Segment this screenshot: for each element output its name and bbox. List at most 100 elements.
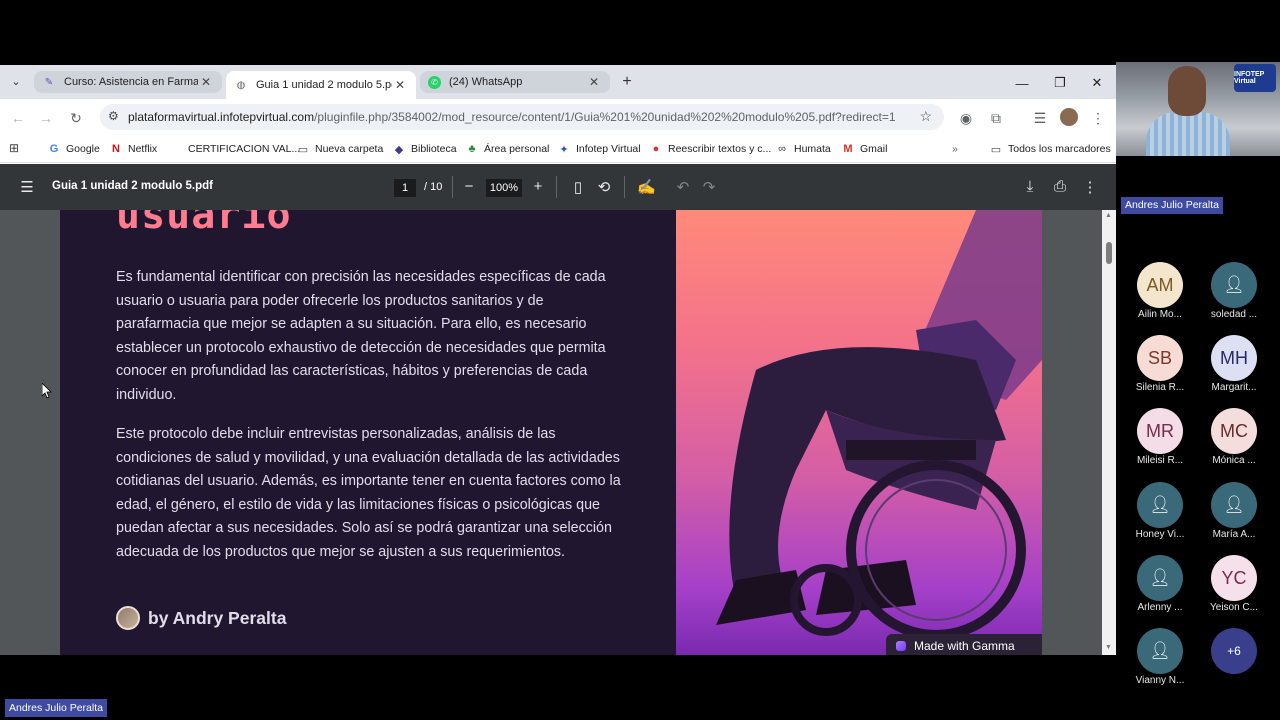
rewrite-icon: ● bbox=[652, 143, 660, 155]
paragraph-1: Es fundamental identificar con precisión… bbox=[116, 269, 606, 403]
wheelchair-photo bbox=[676, 210, 1042, 655]
zoom-out-icon[interactable]: − bbox=[460, 178, 478, 195]
apps-grid-icon[interactable]: ⊞ bbox=[9, 141, 19, 155]
participant-avatar: MH bbox=[1211, 335, 1257, 381]
bookmarks-bar: ⊞ G Google N Netflix CERTIFICACION VAL... … bbox=[0, 135, 1116, 163]
wheelchair-illustration bbox=[716, 210, 1042, 640]
zoom-in-icon[interactable]: + bbox=[529, 178, 547, 195]
participant-tile[interactable]: 👤︎ soledad ... bbox=[1202, 262, 1266, 320]
more-participants-button[interactable]: +6 bbox=[1202, 628, 1266, 674]
bookmark-star-icon[interactable]: ☆ bbox=[919, 108, 932, 125]
moodle-icon: ♣ bbox=[468, 143, 476, 155]
scroll-up-arrow-icon[interactable]: ▲ bbox=[1105, 212, 1112, 219]
bookmark-gmail[interactable]: M Gmail bbox=[842, 141, 887, 157]
netflix-icon: N bbox=[112, 143, 120, 155]
more-options-icon[interactable]: ⋮ bbox=[1081, 178, 1099, 196]
pdf-page: usuario Es fundamental identificar con p… bbox=[60, 210, 1042, 655]
author-byline: by Andry Peralta bbox=[116, 606, 286, 630]
menu-icon[interactable]: ☰ bbox=[18, 178, 36, 196]
author-name: by Andry Peralta bbox=[148, 607, 287, 628]
made-with-gamma-badge[interactable]: Made with Gamma bbox=[886, 634, 1042, 655]
participant-tile[interactable]: MR Mileisi R... bbox=[1128, 408, 1192, 466]
participant-tile[interactable]: MH Margarit... bbox=[1202, 335, 1266, 393]
site-info-icon[interactable]: ⚙ bbox=[108, 109, 119, 123]
participant-tile[interactable]: YC Yeison C... bbox=[1202, 555, 1266, 613]
close-window-button[interactable]: ✕ bbox=[1087, 73, 1107, 93]
bookmark-certificacion[interactable]: CERTIFICACION VAL... bbox=[188, 141, 300, 157]
bookmark-infotep-virtual[interactable]: ✦ Infotep Virtual bbox=[558, 141, 640, 157]
bookmark-google[interactable]: G Google bbox=[48, 141, 100, 157]
participant-tile[interactable]: 👤︎ Vianny N... bbox=[1128, 628, 1192, 686]
bookmark-nueva-carpeta[interactable]: ▭ Nueva carpeta bbox=[297, 141, 384, 157]
presenter-name-tag: Andres Julio Peralta bbox=[1121, 197, 1223, 214]
forward-button[interactable]: → bbox=[36, 108, 56, 128]
mouse-cursor bbox=[41, 382, 52, 404]
google-icon: G bbox=[49, 143, 59, 155]
all-bookmarks[interactable]: ▭ Todos los marcadores bbox=[990, 141, 1111, 157]
rotate-icon[interactable]: ⟲ bbox=[595, 178, 613, 196]
tab-course[interactable]: ✎ Curso: Asistencia en Farmacia A ✕ bbox=[34, 71, 222, 93]
fit-page-icon[interactable]: ▯ bbox=[569, 178, 587, 196]
tab-search-button[interactable]: ⌄ bbox=[8, 75, 24, 91]
separator bbox=[556, 176, 557, 198]
profile-avatar[interactable] bbox=[1060, 108, 1078, 126]
participant-tile[interactable]: 👤︎ Arlenny ... bbox=[1128, 555, 1192, 613]
close-icon[interactable]: ✕ bbox=[586, 74, 602, 90]
folder-icon: ▭ bbox=[297, 143, 309, 156]
tab-whatsapp[interactable]: ✆ (24) WhatsApp ✕ bbox=[420, 71, 610, 93]
participant-avatar: SB bbox=[1137, 335, 1183, 381]
reload-button[interactable]: ↻ bbox=[66, 108, 86, 128]
more-bookmarks-chevron-icon[interactable]: » bbox=[952, 141, 958, 157]
media-control-icon[interactable]: ☰ bbox=[1030, 108, 1050, 128]
print-icon[interactable]: ⎙ bbox=[1051, 178, 1069, 195]
bookmark-humata[interactable]: ∞ Humata bbox=[776, 141, 831, 157]
bookmark-biblioteca[interactable]: ◆ Biblioteca bbox=[393, 141, 457, 157]
gamma-logo-icon bbox=[896, 641, 906, 651]
restore-button[interactable]: ❐ bbox=[1050, 73, 1070, 93]
author-avatar bbox=[116, 606, 140, 630]
participant-tile[interactable]: MC Mónica ... bbox=[1202, 408, 1266, 466]
screen-share-name-tag: Andres Julio Peralta bbox=[5, 699, 107, 717]
annotate-icon[interactable]: ✍ bbox=[637, 178, 656, 196]
zoom-input[interactable]: 100% bbox=[486, 179, 522, 197]
bookmark-reescribir[interactable]: ● Reescribir textos y c... bbox=[650, 141, 772, 157]
scroll-down-arrow-icon[interactable]: ▼ bbox=[1105, 644, 1112, 651]
undo-icon[interactable]: ↶ bbox=[674, 178, 692, 196]
close-icon[interactable]: ✕ bbox=[198, 74, 214, 90]
scroll-thumb[interactable] bbox=[1106, 242, 1112, 264]
participant-avatar: MC bbox=[1211, 408, 1257, 454]
bookmark-area-personal[interactable]: ♣ Área personal bbox=[466, 141, 549, 157]
browser-window: ⌄ ✎ Curso: Asistencia en Farmacia A ✕ ◍ … bbox=[0, 65, 1116, 655]
redo-icon[interactable]: ↷ bbox=[700, 178, 718, 196]
new-tab-button[interactable]: + bbox=[618, 73, 636, 91]
participant-avatar: YC bbox=[1211, 555, 1257, 601]
extensions-puzzle-icon[interactable]: ⧉ bbox=[986, 108, 1006, 128]
participant-avatar: MR bbox=[1137, 408, 1183, 454]
browser-menu-icon[interactable]: ⋮ bbox=[1088, 108, 1108, 128]
download-icon[interactable]: ⤓ bbox=[1021, 178, 1039, 195]
pdf-scrollbar[interactable]: ▲ ▼ bbox=[1102, 210, 1116, 655]
page-number-input[interactable]: 1 bbox=[394, 179, 416, 197]
participant-tile[interactable]: SB Silenia R... bbox=[1128, 335, 1192, 393]
person-icon: 👤︎ bbox=[1137, 628, 1183, 674]
close-icon[interactable]: ✕ bbox=[392, 77, 408, 93]
presenter-head bbox=[1168, 66, 1206, 116]
address-bar[interactable]: ⚙ plataformavirtual.infotepvirtual.com/p… bbox=[100, 104, 944, 130]
pdf-viewer[interactable]: usuario Es fundamental identificar con p… bbox=[0, 210, 1116, 655]
tab-strip: ⌄ ✎ Curso: Asistencia en Farmacia A ✕ ◍ … bbox=[0, 65, 1116, 99]
extension-icon[interactable]: ◉ bbox=[956, 108, 976, 128]
participant-tile[interactable]: 👤︎ Honey Vi... bbox=[1128, 482, 1192, 540]
infotep-logo: INFOTEP Virtual bbox=[1234, 64, 1276, 92]
back-button[interactable]: ← bbox=[8, 108, 28, 128]
paragraph-2: Este protocolo debe incluir entrevistas … bbox=[116, 426, 621, 560]
person-icon: 👤︎ bbox=[1137, 482, 1183, 528]
person-icon: 👤︎ bbox=[1137, 555, 1183, 601]
globe-icon: ◍ bbox=[236, 79, 246, 91]
bookmark-netflix[interactable]: N Netflix bbox=[110, 141, 157, 157]
minimize-button[interactable]: — bbox=[1012, 73, 1032, 93]
tab-pdf[interactable]: ◍ Guia 1 unidad 2 modulo 5.pdf ✕ bbox=[226, 71, 416, 99]
participant-tile[interactable]: 👤︎ María A... bbox=[1202, 482, 1266, 540]
participant-tile[interactable]: AM Ailin Mo... bbox=[1128, 262, 1192, 320]
folder-icon: ▭ bbox=[990, 143, 1002, 156]
person-icon: 👤︎ bbox=[1211, 262, 1257, 308]
